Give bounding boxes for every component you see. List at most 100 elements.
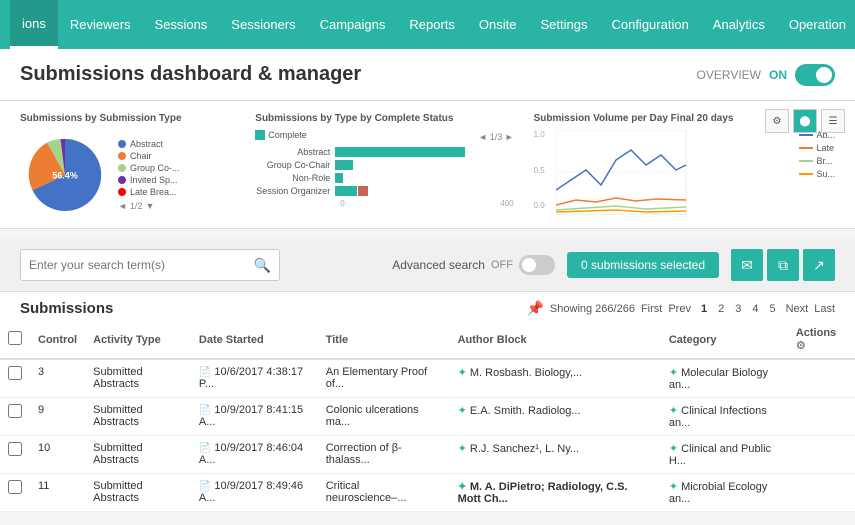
adv-toggle-switch[interactable]: [519, 255, 555, 275]
pin-icon: 📌: [526, 300, 543, 317]
col-control: Control: [30, 321, 85, 359]
row-checkbox-2[interactable]: [8, 442, 22, 456]
first-link[interactable]: First: [641, 303, 662, 315]
nav-item-operation[interactable]: Operation: [777, 0, 855, 49]
cell-activity-0: Submitted Abstracts: [85, 359, 191, 398]
cell-title-1: Colonic ulcerations ma...: [318, 398, 450, 436]
chart-submissions-by-type: Submissions by Submission Type 56.4%: [20, 113, 235, 220]
bar-row-group: Group Co-Chair: [255, 160, 513, 170]
nav-item-sessions[interactable]: ions: [10, 0, 58, 49]
cell-actions-0: [788, 359, 855, 398]
table-section: Submissions 📌 Showing 266/266 First Prev…: [0, 292, 855, 512]
nav-item-reports[interactable]: Reports: [397, 0, 467, 49]
adv-search-label: Advanced search: [392, 258, 485, 272]
adv-off-label: OFF: [491, 259, 513, 271]
line-y-axis: 1.0 0.5 0.0: [534, 130, 548, 210]
col-actions: Actions ⚙: [788, 321, 855, 359]
chart-pie-btn[interactable]: ⬤: [793, 109, 817, 133]
bar-legend-complete: Complete: [255, 130, 307, 140]
select-all-checkbox[interactable]: [8, 331, 22, 345]
col-category: Category: [661, 321, 788, 359]
cell-category-2: ✦ Clinical and Public H...: [661, 436, 788, 474]
page-5[interactable]: 5: [765, 302, 779, 316]
pie-legend: Abstract Chair Group Co-... Invited Sp..…: [118, 139, 180, 211]
search-icon[interactable]: 🔍: [254, 257, 271, 274]
search-input[interactable]: [29, 258, 254, 272]
page-2[interactable]: 2: [714, 302, 728, 316]
cell-date-0: 📄 10/6/2017 4:38:17 P...: [191, 359, 318, 398]
cell-author-2: ✦ R.J. Sanchez¹, L. Ny...: [450, 436, 661, 474]
line-legend: Ab... Late Br... Su...: [799, 130, 835, 215]
cell-category-1: ✦ Clinical Infections an...: [661, 398, 788, 436]
legend-item-invited: Invited Sp...: [118, 175, 180, 185]
bar-row-nonrole: Non-Role: [255, 173, 513, 183]
page-1[interactable]: 1: [697, 302, 711, 316]
col-author-block: Author Block: [450, 321, 661, 359]
export-button[interactable]: ↗: [803, 249, 835, 281]
legend-item-chair: Chair: [118, 151, 180, 161]
nav-item-sessions2[interactable]: Sessions: [143, 0, 220, 49]
cell-title-0: An Elementary Proof of...: [318, 359, 450, 398]
nav-item-analytics[interactable]: Analytics: [701, 0, 777, 49]
page-4[interactable]: 4: [748, 302, 762, 316]
search-input-wrap: 🔍: [20, 249, 280, 281]
row-checkbox-0[interactable]: [8, 366, 22, 380]
advanced-search-container: Advanced search OFF: [392, 255, 555, 275]
cell-date-3: 📄 10/9/2017 8:49:46 A...: [191, 474, 318, 512]
page-links: 1 2 3 4 5: [697, 302, 780, 316]
cell-category-0: ✦ Molecular Biology an...: [661, 359, 788, 398]
bar-page-info: ◄ 1/3 ►: [478, 132, 513, 142]
row-checkbox-1[interactable]: [8, 404, 22, 418]
cell-title-3: Critical neuroscience–...: [318, 474, 450, 512]
bar-row-session: Session Organizer: [255, 186, 513, 196]
submissions-table: Control Activity Type Date Started Title…: [0, 321, 855, 512]
email-button[interactable]: ✉: [731, 249, 763, 281]
chart-list-btn[interactable]: ☰: [821, 109, 845, 133]
cell-author-0: ✦ M. Rosbash. Biology,...: [450, 359, 661, 398]
charts-controls: ⚙ ⬤ ☰: [765, 109, 845, 133]
bar-axis: 0 400: [255, 199, 513, 208]
cell-control-3: 11: [30, 474, 85, 512]
pagination-info: 📌 Showing 266/266 First Prev 1 2 3 4 5 N…: [526, 300, 835, 317]
nav-item-sessioners[interactable]: Sessioners: [219, 0, 307, 49]
prev-link[interactable]: Prev: [668, 303, 691, 315]
cell-control-1: 9: [30, 398, 85, 436]
bar-row-abstract: Abstract: [255, 147, 513, 157]
cell-date-1: 📄 10/9/2017 8:41:15 A...: [191, 398, 318, 436]
selected-count: 0 submissions selected: [567, 252, 719, 278]
actions-gear-icon[interactable]: ⚙: [796, 340, 806, 352]
line-chart-container: 1.0 0.5 0.0: [534, 130, 835, 215]
last-link[interactable]: Last: [814, 303, 835, 315]
copy-button[interactable]: ⧉: [767, 249, 799, 281]
overview-toggle-switch[interactable]: [795, 64, 835, 86]
action-buttons: ✉ ⧉ ↗: [731, 249, 835, 281]
legend-item-abstract: Abstract: [118, 139, 180, 149]
col-activity-type: Activity Type: [85, 321, 191, 359]
page-header: Submissions dashboard & manager OVERVIEW…: [0, 49, 855, 101]
cell-activity-1: Submitted Abstracts: [85, 398, 191, 436]
navigation: ions Reviewers Sessions Sessioners Campa…: [0, 0, 855, 49]
chart-settings-btn[interactable]: ⚙: [765, 109, 789, 133]
overview-on-label: ON: [769, 68, 787, 82]
cell-control-0: 3: [30, 359, 85, 398]
page-3[interactable]: 3: [731, 302, 745, 316]
nav-item-settings[interactable]: Settings: [528, 0, 599, 49]
nav-item-reviewers[interactable]: Reviewers: [58, 0, 143, 49]
nav-item-onsite[interactable]: Onsite: [467, 0, 529, 49]
cell-actions-2: [788, 436, 855, 474]
row-checkbox-3[interactable]: [8, 480, 22, 494]
next-link[interactable]: Next: [786, 303, 809, 315]
nav-item-campaigns[interactable]: Campaigns: [308, 0, 398, 49]
pie-chart-svg: 56.4%: [20, 130, 110, 220]
line-legend-br: Br...: [799, 156, 835, 166]
cell-author-3: ✦ M. A. DiPietro; Radiology, C.S. Mott C…: [450, 474, 661, 512]
bar-chart-container: Complete ◄ 1/3 ► Abstract Group Co-Chair: [255, 130, 513, 208]
nav-item-configuration[interactable]: Configuration: [599, 0, 700, 49]
legend-item-late: Late Brea...: [118, 187, 180, 197]
col-date-started: Date Started: [191, 321, 318, 359]
table-row: 9 Submitted Abstracts 📄 10/9/2017 8:41:1…: [0, 398, 855, 436]
bar-rows: Abstract Group Co-Chair Non-Role: [255, 147, 513, 196]
charts-section: Submissions by Submission Type 56.4%: [0, 101, 855, 229]
legend-item-group: Group Co-...: [118, 163, 180, 173]
cell-actions-3: [788, 474, 855, 512]
